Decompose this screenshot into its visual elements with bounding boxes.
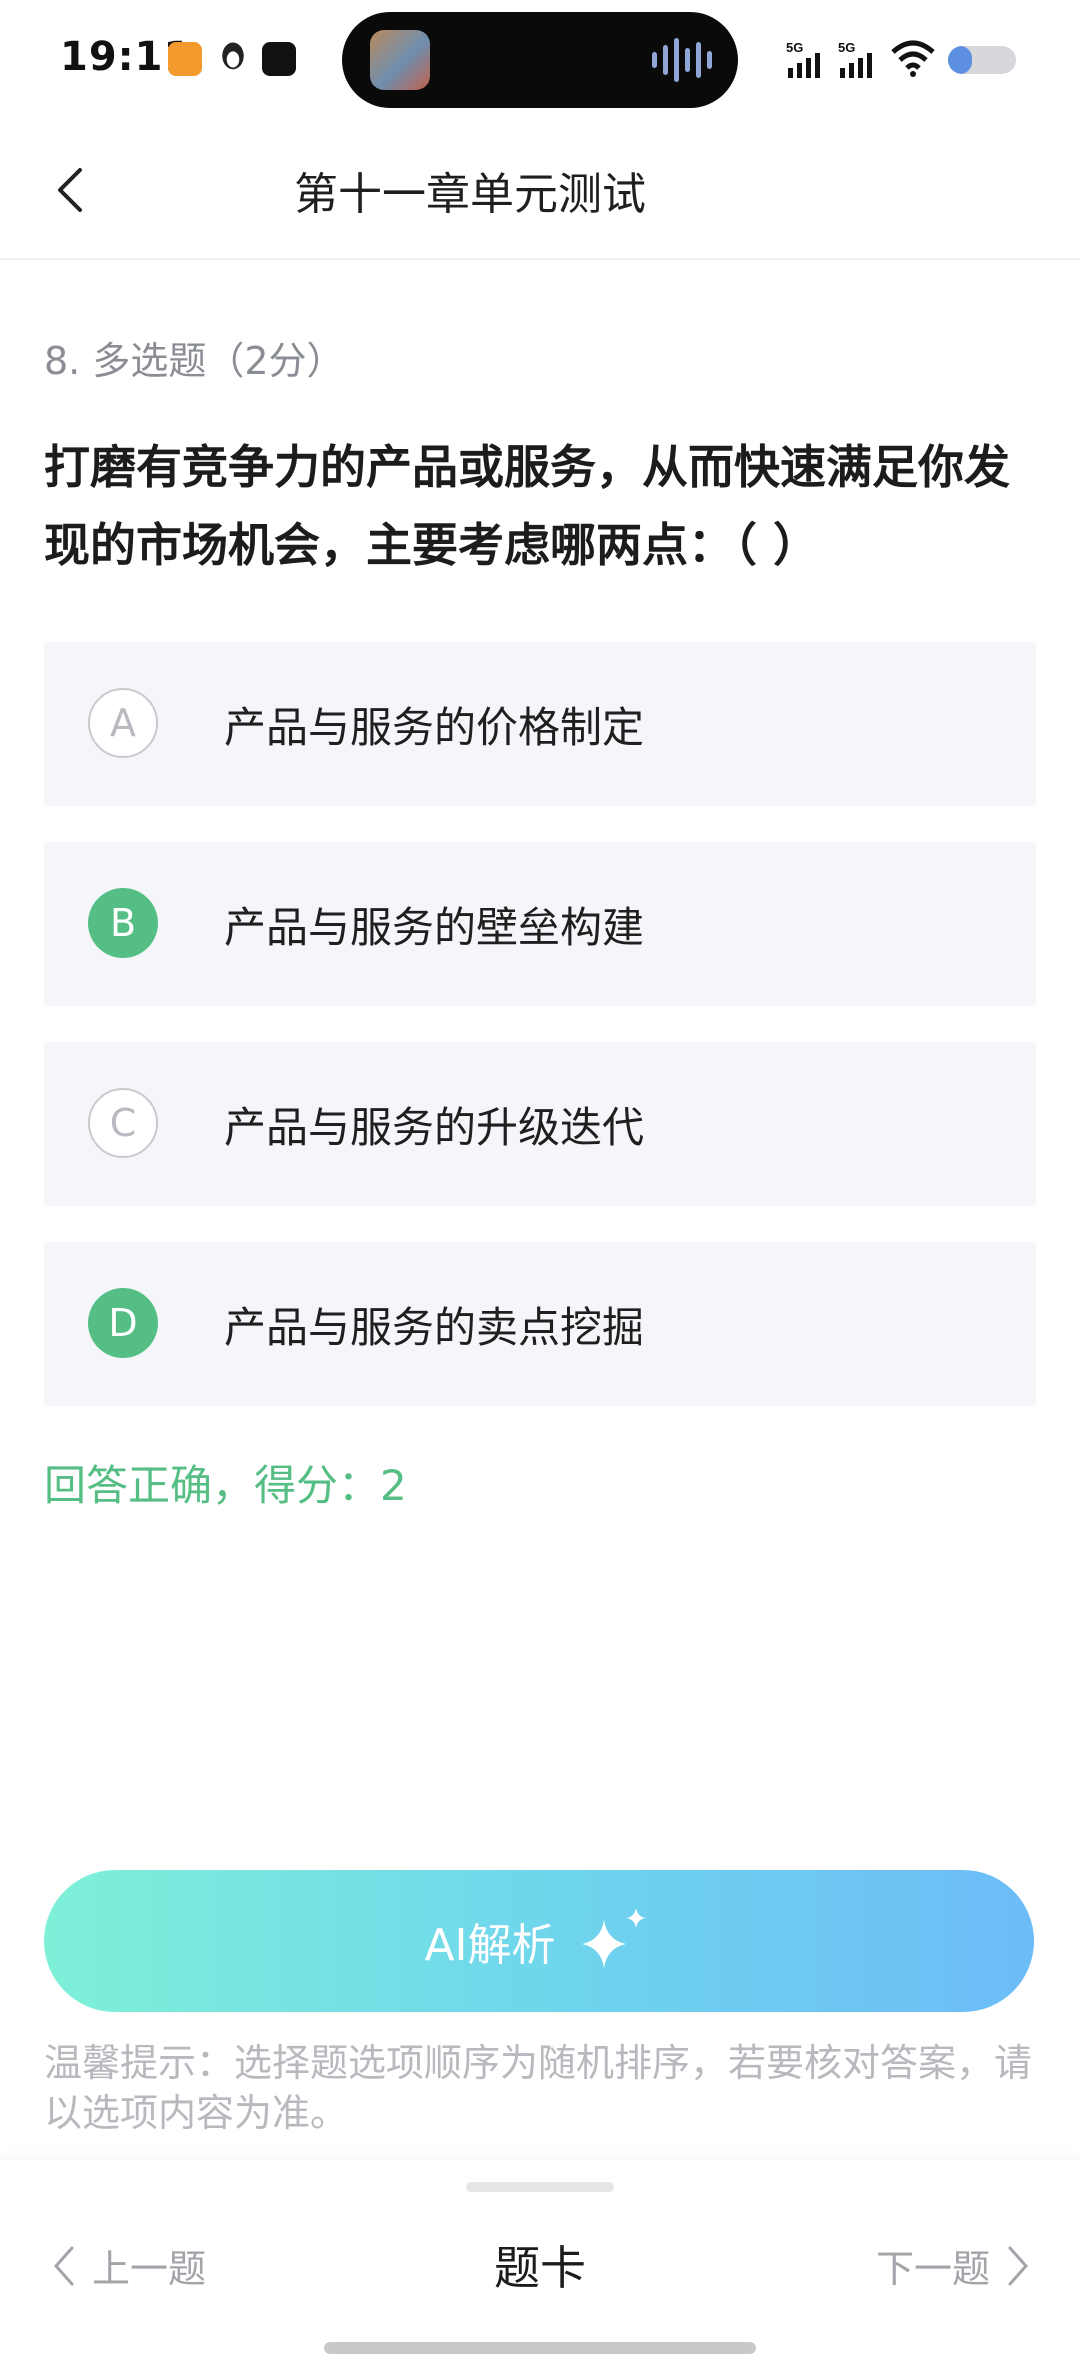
cellular-signal-icon: 5G	[786, 40, 820, 78]
qq-penguin-icon	[222, 42, 244, 70]
sparkle-icon	[581, 1908, 646, 1968]
dynamic-island[interactable]	[342, 12, 738, 108]
option-d[interactable]: D 产品与服务的卖点挖掘	[44, 1242, 1036, 1406]
app-notification-icon	[168, 42, 202, 76]
drag-handle[interactable]	[466, 2182, 614, 2192]
option-label: 产品与服务的价格制定	[224, 703, 645, 752]
video-app-icon	[262, 42, 296, 76]
next-question-label: 下一题	[875, 2247, 990, 2291]
tip-text: 温馨提示：选择题选项顺序为随机排序，若要核对答案，请以选项内容为准。	[44, 2041, 1033, 2135]
bottom-nav: 上一题 题卡 下一题	[0, 2160, 1080, 2376]
option-label: 产品与服务的升级迭代	[224, 1103, 645, 1152]
wifi-icon	[891, 40, 935, 77]
chevron-right-icon	[1008, 2246, 1029, 2285]
question-text: 打磨有竞争力的产品或服务，从而快速满足你发现的市场机会，主要考虑哪两点：（ ）	[44, 440, 1010, 572]
option-b[interactable]: B 产品与服务的壁垒构建	[44, 842, 1036, 1006]
next-question-button[interactable]: 下一题	[876, 2238, 1030, 2293]
option-label: 产品与服务的壁垒构建	[224, 903, 645, 952]
status-bar: 19:11 5G 5G	[0, 0, 1080, 120]
option-label: 产品与服务的卖点挖掘	[224, 1303, 645, 1352]
question-meta: 8. 多选题（2分）	[44, 339, 345, 383]
option-letter-badge: D	[88, 1288, 158, 1358]
option-a[interactable]: A 产品与服务的价格制定	[44, 642, 1036, 806]
option-letter-badge: B	[88, 888, 158, 958]
option-letter-badge: A	[88, 688, 158, 758]
option-c[interactable]: C 产品与服务的升级迭代	[44, 1042, 1036, 1206]
battery-icon	[948, 46, 1016, 74]
cellular-signal-icon-2: 5G	[838, 40, 872, 78]
audio-wave-icon	[652, 38, 712, 82]
option-letter-badge: C	[88, 1088, 158, 1158]
media-thumbnail	[370, 30, 430, 90]
ai-analysis-button[interactable]: AI解析	[44, 1870, 1034, 2012]
battery-level	[948, 46, 972, 74]
answer-result: 回答正确，得分：2	[44, 1461, 407, 1510]
page-title: 第十一章单元测试	[294, 169, 646, 220]
ai-analysis-label: AI解析	[424, 1920, 556, 1971]
home-indicator	[324, 2342, 756, 2354]
svg-text:5G: 5G	[786, 40, 803, 55]
svg-text:5G: 5G	[838, 40, 855, 55]
header: 第十一章单元测试	[0, 120, 1080, 260]
